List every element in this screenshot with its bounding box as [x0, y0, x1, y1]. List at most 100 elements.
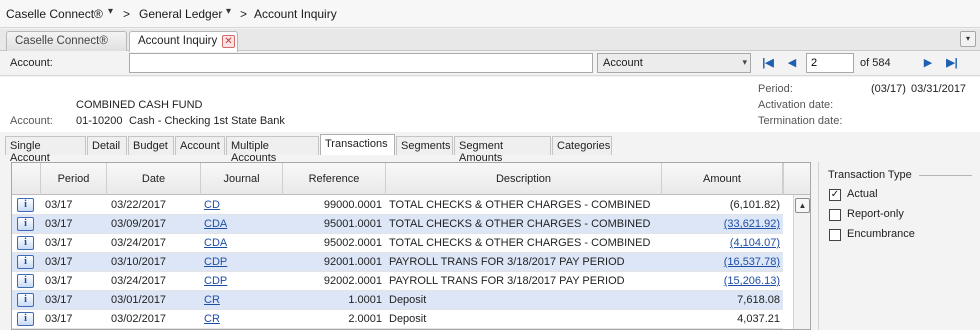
page-number-input[interactable]	[806, 53, 854, 73]
account-input[interactable]	[129, 53, 593, 73]
cell-description: PAYROLL TRANS FOR 3/18/2017 PAY PERIOD	[389, 275, 625, 287]
tab-menu-button[interactable]: ▾	[960, 31, 976, 47]
cell-reference: 92002.0001	[323, 275, 382, 287]
table-row[interactable]: i 03/17 03/24/2017 CDA 95002.0001 TOTAL CHECK…	[12, 234, 783, 253]
tab-label: Caselle Connect®	[15, 35, 108, 47]
column-header-description[interactable]: Description	[386, 163, 662, 195]
cell-journal[interactable]: CDA	[204, 215, 280, 233]
checkbox-label[interactable]: Actual	[847, 188, 878, 200]
checkbox-encumbrance[interactable]	[829, 229, 841, 241]
cell-reference: 92001.0001	[323, 256, 382, 268]
cell-date: 03/02/2017	[111, 313, 167, 325]
previous-record-icon[interactable]: ◀	[785, 55, 799, 71]
close-icon[interactable]: ✕	[222, 35, 235, 48]
checkbox-label[interactable]: Encumbrance	[847, 228, 915, 240]
cell-amount: 7,618.08	[737, 294, 780, 306]
table-row[interactable]: i 03/17 03/22/2017 CD 99000.0001 TOTAL CHECKS…	[12, 196, 783, 215]
info-icon[interactable]: i	[17, 255, 34, 269]
column-header-period[interactable]: Period	[41, 163, 107, 195]
column-header-date[interactable]: Date	[107, 163, 201, 195]
period-label: Period:	[758, 83, 793, 95]
column-header-journal[interactable]: Journal	[201, 163, 283, 195]
tab-account[interactable]: Account	[175, 136, 225, 155]
tab-categories[interactable]: Categories	[552, 136, 612, 155]
tab-multiple-accounts[interactable]: Multiple Accounts	[226, 136, 319, 164]
cell-date: 03/10/2017	[111, 256, 167, 268]
tab-detail[interactable]: Detail	[87, 136, 127, 155]
table-row[interactable]: i 03/17 03/24/2017 CDP 92002.0001 PAYROLL TRA…	[12, 272, 783, 291]
tab-account-inquiry[interactable]: Account Inquiry ✕	[129, 31, 238, 52]
cell-amount: (6,101.82)	[729, 199, 780, 211]
tab-budget[interactable]: Budget	[128, 136, 174, 155]
tab-single-account[interactable]: Single Account	[5, 136, 86, 164]
cell-reference: 95001.0001	[323, 218, 382, 230]
breadcrumb-module[interactable]: General Ledger	[139, 7, 222, 21]
account-info-panel: COMBINED CASH FUND Account: 01-10200 Cas…	[0, 77, 980, 132]
cell-amount[interactable]: (4,104.07)	[664, 234, 780, 252]
cell-description: PAYROLL TRANS FOR 3/18/2017 PAY PERIOD	[389, 256, 625, 268]
info-icon[interactable]: i	[17, 274, 34, 288]
first-record-icon[interactable]: |◀	[761, 55, 775, 71]
cell-amount[interactable]: (16,537.78)	[664, 253, 780, 271]
lookup-field-value: Account	[603, 57, 643, 69]
account-name: COMBINED CASH FUND	[76, 99, 203, 111]
info-icon[interactable]: i	[17, 217, 34, 231]
cell-description: TOTAL CHECKS & OTHER CHARGES - COMBINED	[389, 237, 651, 249]
cell-period: 03/17	[45, 275, 73, 287]
cell-reference: 2.0001	[348, 313, 382, 325]
column-header-amount[interactable]: Amount	[662, 163, 783, 195]
cell-journal[interactable]: CD	[204, 196, 280, 214]
tab-caselle-connect[interactable]: Caselle Connect®	[6, 31, 127, 51]
breadcrumb-app[interactable]: Caselle Connect®	[6, 7, 103, 21]
cell-amount[interactable]: (33,621.92)	[664, 215, 780, 233]
cell-period: 03/17	[45, 199, 73, 211]
lookup-field-select[interactable]: Account ▾	[597, 53, 751, 73]
checkbox-report-only[interactable]	[829, 209, 841, 221]
tab-segments[interactable]: Segments	[396, 136, 453, 155]
tab-label: Account Inquiry	[138, 35, 218, 47]
next-record-icon[interactable]: ▶	[921, 55, 935, 71]
last-record-icon[interactable]: ▶|	[945, 55, 959, 71]
table-row[interactable]: i 03/17 03/02/2017 CR 2.0001 Deposit 4,037.21	[12, 310, 783, 329]
inquiry-subtabs: Single Account Detail Budget Account Mul…	[0, 134, 980, 164]
cell-description: Deposit	[389, 294, 427, 306]
table-row[interactable]: i 03/17 03/01/2017 CR 1.0001 Deposit 7,618.08	[12, 291, 783, 310]
table-header: Period Date Journal Reference Descriptio…	[12, 163, 783, 195]
scroll-corner	[783, 163, 810, 195]
cell-journal[interactable]: CDP	[204, 253, 280, 271]
cell-journal[interactable]: CR	[204, 291, 280, 309]
chevron-down-icon[interactable]: ▾	[108, 6, 113, 17]
vertical-scrollbar[interactable]: ▲	[793, 195, 810, 329]
transaction-type-title: Transaction Type	[828, 169, 912, 181]
table-row[interactable]: i 03/17 03/09/2017 CDA 95001.0001 TOTAL CHECK…	[12, 215, 783, 234]
cell-date: 03/22/2017	[111, 199, 167, 211]
cell-period: 03/17	[45, 256, 73, 268]
cell-journal[interactable]: CDA	[204, 234, 280, 252]
column-header-reference[interactable]: Reference	[283, 163, 386, 195]
account-description: Cash - Checking 1st State Bank	[129, 115, 285, 127]
checkbox-actual[interactable]: ✓	[829, 189, 841, 201]
table-row[interactable]: i 03/17 03/10/2017 CDP 92001.0001 PAYROLL TRA…	[12, 253, 783, 272]
info-icon[interactable]: i	[17, 236, 34, 250]
cell-date: 03/24/2017	[111, 237, 167, 249]
info-icon[interactable]: i	[17, 312, 34, 326]
period-code: (03/17)	[871, 83, 906, 95]
checkbox-label[interactable]: Report-only	[847, 208, 904, 220]
activation-date-label: Activation date:	[758, 99, 834, 111]
transactions-grid: Period Date Journal Reference Descriptio…	[11, 162, 811, 330]
info-icon[interactable]: i	[17, 198, 34, 212]
info-icon[interactable]: i	[17, 293, 34, 307]
tab-segment-amounts[interactable]: Segment Amounts	[454, 136, 551, 164]
cell-date: 03/24/2017	[111, 275, 167, 287]
cell-amount: 4,037.21	[737, 313, 780, 325]
column-header-info	[12, 163, 41, 195]
chevron-down-icon[interactable]: ▾	[226, 6, 231, 17]
breadcrumb: Caselle Connect® ▾ > General Ledger ▾ > …	[0, 0, 980, 28]
tab-transactions[interactable]: Transactions	[320, 134, 395, 155]
cell-description: TOTAL CHECKS & OTHER CHARGES - COMBINED	[389, 218, 651, 230]
cell-journal[interactable]: CR	[204, 310, 280, 328]
scroll-up-icon[interactable]: ▲	[795, 198, 810, 213]
cell-period: 03/17	[45, 218, 73, 230]
cell-journal[interactable]: CDP	[204, 272, 280, 290]
cell-amount[interactable]: (15,206.13)	[664, 272, 780, 290]
